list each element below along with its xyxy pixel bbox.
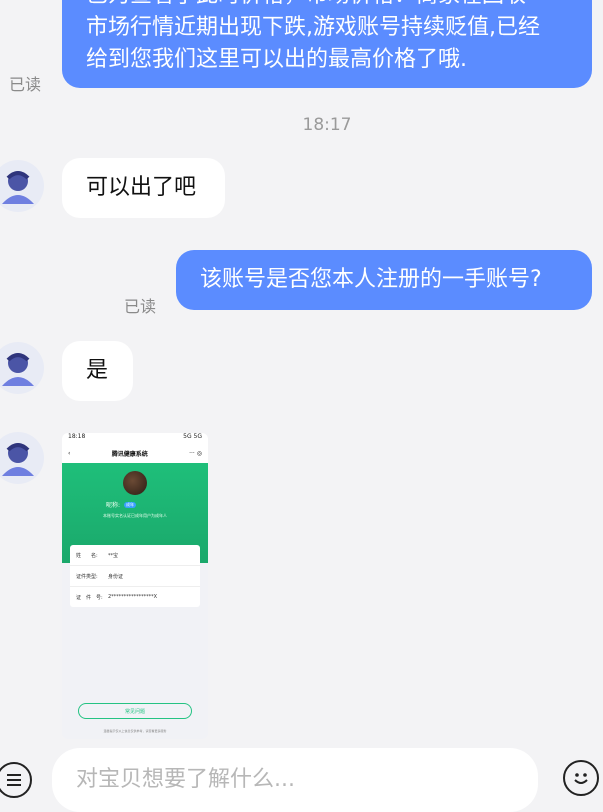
- timestamp: 18:17: [302, 115, 352, 135]
- profile-photo: [123, 471, 147, 495]
- back-icon: ‹: [68, 449, 71, 457]
- nickname-label: 昵称:: [106, 502, 121, 509]
- user-avatar-icon: [2, 171, 34, 204]
- user-avatar-icon: [2, 353, 34, 386]
- row-value: 身份证: [108, 573, 124, 580]
- menu-icon[interactable]: [0, 762, 32, 798]
- avatar[interactable]: [0, 342, 44, 394]
- screenshot-footer: 温馨提示仅以上信息仅供参考，请查看更多服务: [103, 729, 167, 733]
- screenshot-signal: 5G 5G: [183, 433, 202, 440]
- row-label: 证 件 号:: [76, 594, 103, 601]
- screenshot-nav-bar: ‹ 腾讯健康系统 ··· ◎: [62, 443, 208, 463]
- avatar[interactable]: [0, 432, 44, 484]
- row-label: 证件类型:: [76, 573, 98, 580]
- verified-badge: 成年: [124, 501, 137, 508]
- incoming-message-bubble[interactable]: 可以出了吧: [62, 158, 225, 218]
- message-text: 该账号是否您本人注册的一手账号?: [200, 267, 542, 292]
- identity-card: 姓 名: **宝 证件类型: 身份证 证 件 号: 2*************…: [70, 545, 200, 607]
- screenshot-title: 腾讯健康系统: [111, 450, 148, 458]
- emoji-icon[interactable]: [563, 760, 599, 796]
- identity-row: 证 件 号: 2*****************X: [70, 587, 200, 607]
- message-text: 是: [86, 358, 109, 383]
- message-line: 给到您我们这里可以出的最高价格了哦.: [86, 47, 467, 72]
- image-message[interactable]: 18:18 5G 5G ‹ 腾讯健康系统 ··· ◎ 昵称: 成年 本账号实名认…: [62, 433, 208, 739]
- row-label: 姓 名:: [76, 552, 98, 559]
- message-input[interactable]: 对宝贝想要了解什么...: [52, 748, 538, 812]
- message-text: 可以出了吧: [86, 175, 197, 200]
- screenshot-time: 18:18: [68, 433, 86, 440]
- incoming-message-bubble[interactable]: 是: [62, 341, 133, 401]
- avatar[interactable]: [0, 160, 44, 212]
- read-receipt: 已读: [124, 297, 157, 316]
- message-line: 市场行情近期出现下跌,游戏账号持续贬值,已经: [86, 15, 540, 40]
- identity-row: 姓 名: **宝: [70, 545, 200, 566]
- faq-button: 常见问题: [78, 703, 192, 719]
- faq-button-label: 常见问题: [124, 708, 145, 715]
- identity-row: 证件类型: 身份证: [70, 566, 200, 587]
- user-avatar-icon: [2, 443, 34, 476]
- read-receipt: 已读: [9, 75, 42, 94]
- row-value: **宝: [108, 552, 119, 559]
- row-value: 2*****************X: [108, 594, 158, 600]
- outgoing-message-bubble[interactable]: 已为查看了此时价格，市场价格：商家在回收时，是否 市场行情近期出现下跌,游戏账号…: [62, 0, 592, 88]
- message-line: 已为查看了此时价格，市场价格：商家在回收时，是否: [86, 0, 568, 12]
- outgoing-message-bubble[interactable]: 该账号是否您本人注册的一手账号?: [176, 250, 592, 310]
- screenshot-note: 本账号实名认证已成年用户为成年人: [103, 513, 167, 518]
- more-icon: ··· ◎: [189, 449, 202, 457]
- screenshot-status-bar: 18:18 5G 5G: [62, 433, 208, 443]
